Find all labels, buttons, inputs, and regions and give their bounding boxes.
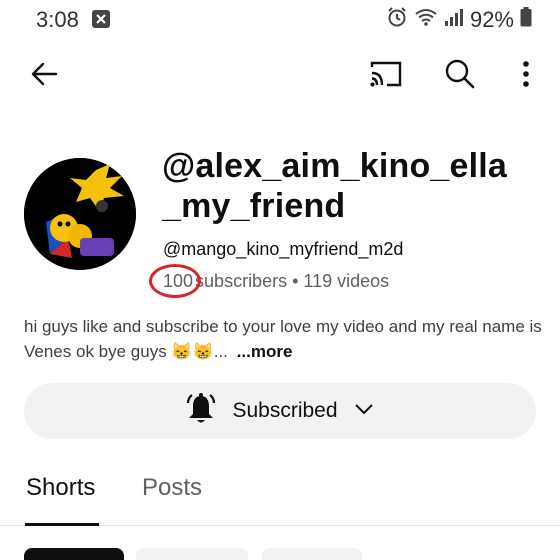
subscribed-label: Subscribed (232, 399, 338, 422)
arrow-left-icon (29, 59, 59, 94)
stats-separator: • (287, 271, 304, 291)
avatar-image (24, 158, 136, 270)
channel-tabs: Shorts Posts (0, 466, 560, 526)
chevron-down-icon (354, 402, 374, 420)
battery-percent: 92% (469, 6, 514, 32)
more-options-button[interactable] (504, 52, 548, 100)
selected-tab-indicator (25, 523, 99, 526)
cast-button[interactable] (364, 52, 408, 100)
filter-chips (0, 548, 560, 560)
status-bar: 3:08 92% (0, 0, 560, 40)
subscribers-label: subscribers (195, 271, 288, 291)
app-bar (0, 52, 560, 100)
filter-chip[interactable] (262, 548, 362, 560)
channel-description[interactable]: hi guys like and subscribe to your love … (24, 314, 544, 364)
tab-posts[interactable]: Posts (142, 474, 202, 502)
video-count: 119 videos (303, 271, 390, 291)
bell-icon (186, 392, 216, 430)
subscriber-count-wrapper: 100 (149, 264, 201, 298)
annotation-circle (149, 264, 201, 298)
channel-name: @alex_aim_kino_ella _my_friend (162, 147, 508, 225)
search-icon (444, 58, 476, 95)
tab-shorts[interactable]: Shorts (26, 474, 95, 502)
more-link[interactable]: ...more (237, 342, 293, 361)
subscribed-button[interactable]: Subscribed (24, 383, 536, 439)
avatar[interactable] (24, 158, 136, 270)
back-button[interactable] (22, 52, 66, 100)
filter-chip-selected[interactable] (24, 548, 124, 560)
battery-icon (520, 7, 532, 32)
status-time: 3:08 (36, 7, 79, 32)
channel-handle: @mango_kino_myfriend_m2d (163, 239, 404, 259)
notification-x-icon (92, 10, 110, 33)
cast-icon (369, 59, 403, 94)
alarm-icon (386, 6, 408, 33)
search-button[interactable] (438, 52, 482, 100)
channel-stats: 100 subscribers • 119 videos (149, 264, 390, 298)
wifi-icon (414, 7, 438, 32)
more-vertical-icon (522, 60, 530, 93)
signal-icon (444, 7, 464, 32)
filter-chip[interactable] (136, 548, 248, 560)
